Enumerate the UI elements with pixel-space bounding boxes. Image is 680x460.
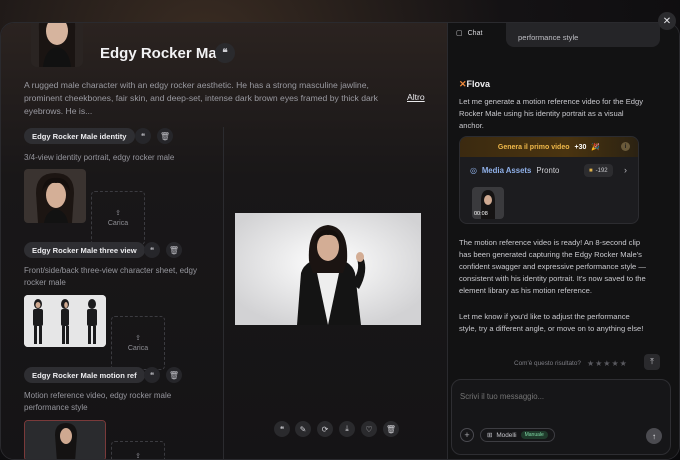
- element-avatar: [31, 23, 83, 67]
- section-description: 3/4-view identity portrait, edgy rocker …: [24, 153, 175, 162]
- media-preview[interactable]: [235, 213, 421, 325]
- section-label-identity[interactable]: Edgy Rocker Male identity: [24, 128, 135, 144]
- assets-status: Pronto: [536, 166, 560, 175]
- trash-icon: 🗑: [168, 245, 180, 255]
- plus-icon: +: [464, 430, 470, 440]
- coin-icon: ■: [589, 167, 593, 174]
- trash-icon: 🗑: [168, 370, 180, 380]
- upload-button[interactable]: ⇪ Carica: [91, 191, 145, 245]
- section-label-motion-ref[interactable]: Edgy Rocker Male motion ref: [24, 367, 145, 383]
- delete-button[interactable]: 🗑: [166, 242, 182, 258]
- upload-icon: ⇪: [135, 335, 141, 342]
- add-attachment-button[interactable]: +: [460, 428, 474, 442]
- scroll-top-button[interactable]: ⤒: [644, 354, 660, 370]
- upload-button[interactable]: ⇪: [111, 441, 165, 460]
- promo-banner[interactable]: Genera il primo video +30 🎉 i: [460, 137, 638, 157]
- chat-input[interactable]: [460, 392, 660, 401]
- generation-card: Genera il primo video +30 🎉 i ◎ Media As…: [459, 136, 639, 224]
- media-assets-row[interactable]: ◎ Media Assets Pronto: [470, 166, 559, 175]
- models-selector[interactable]: ⊞ Modelli Manuale: [480, 428, 555, 442]
- trash-icon: 🗑: [385, 424, 397, 434]
- element-title: Edgy Rocker Male: [100, 45, 230, 62]
- edit-button[interactable]: ✎: [295, 421, 311, 437]
- assistant-message: The motion reference video is ready! An …: [459, 238, 646, 295]
- upload-icon: ⇪: [115, 210, 121, 217]
- chat-icon: ▢: [456, 30, 463, 37]
- arrow-up-icon: ⤒: [650, 357, 654, 366]
- trash-icon: 🗑: [159, 131, 171, 141]
- promo-text: Genera il primo video: [497, 143, 570, 151]
- user-message-bubble: performance style: [506, 23, 660, 47]
- regenerate-button[interactable]: ⟳: [317, 421, 333, 437]
- heart-icon: ♡: [365, 424, 373, 434]
- upload-button[interactable]: ⇪ Carica: [111, 316, 165, 370]
- chat-header: ▢ Chat: [456, 29, 483, 38]
- manual-badge: Manuale: [520, 431, 548, 439]
- element-detail-panel: Edgy Rocker Male ❝ A rugged male charact…: [1, 23, 447, 460]
- quote-button[interactable]: ❝: [144, 242, 160, 258]
- favorite-button[interactable]: ♡: [361, 421, 377, 437]
- section-label-three-view[interactable]: Edgy Rocker Male three view: [24, 242, 145, 258]
- flova-logo-icon: ✕: [459, 79, 467, 89]
- identity-thumbnail[interactable]: [24, 169, 86, 223]
- motion-ref-thumbnail[interactable]: [24, 420, 106, 459]
- quote-icon: ❝: [222, 47, 228, 59]
- promo-bonus: +30: [574, 143, 587, 151]
- quote-icon: ❝: [149, 245, 155, 255]
- upload-label: Carica: [107, 220, 129, 227]
- delete-button[interactable]: 🗑: [157, 128, 173, 144]
- user-message-text: performance style: [518, 33, 579, 42]
- info-icon[interactable]: i: [621, 142, 630, 151]
- rating-prompt: Com'è questo risultato?: [514, 360, 581, 367]
- assistant-message: Let me generate a motion reference video…: [459, 97, 644, 130]
- brand-name: Flova: [466, 79, 491, 89]
- element-modal: Edgy Rocker Male ❝ A rugged male charact…: [0, 22, 680, 460]
- section-description: Motion reference video, edgy rocker male…: [24, 391, 172, 412]
- quote-icon: ❝: [279, 424, 285, 434]
- video-thumbnail[interactable]: 00:08: [472, 187, 504, 219]
- credits-badge: ■ -192: [584, 164, 613, 177]
- delete-button[interactable]: 🗑: [166, 367, 182, 383]
- media-assets-label: Media Assets: [481, 166, 532, 175]
- rating-row: Com'è questo risultato? ★★★★★: [514, 359, 628, 368]
- section-description: Front/side/back three-view character she…: [24, 266, 197, 287]
- arrow-up-icon: ↑: [652, 431, 656, 441]
- chat-panel: ▢ Chat performance style ✕Flova Let me g…: [447, 23, 679, 459]
- quote-button[interactable]: ❝: [274, 421, 290, 437]
- quote-icon: ❝: [140, 131, 146, 141]
- party-icon: 🎉: [591, 144, 601, 151]
- media-assets-icon: ◎: [470, 166, 477, 175]
- regenerate-icon: ⟳: [321, 424, 329, 434]
- credits-value: -192: [595, 167, 608, 174]
- chat-header-label: Chat: [467, 29, 483, 37]
- close-modal-button[interactable]: ✕: [658, 12, 676, 30]
- star-rating[interactable]: ★★★★★: [587, 359, 628, 368]
- assistant-message: Let me know if you'd like to adjust the …: [459, 312, 644, 333]
- chevron-right-icon[interactable]: ›: [624, 165, 627, 175]
- quote-icon: ❝: [149, 370, 155, 380]
- send-button[interactable]: ↑: [646, 428, 662, 444]
- assistant-brand: ✕Flova: [459, 79, 490, 90]
- video-duration: 00:08: [474, 211, 488, 217]
- column-divider: [223, 127, 224, 459]
- element-description: A rugged male character with an edgy roc…: [24, 80, 378, 116]
- three-view-thumbnail[interactable]: [24, 295, 106, 347]
- chat-input-box: + ⊞ Modelli Manuale ↑: [451, 379, 671, 455]
- quote-button[interactable]: ❝: [215, 43, 235, 63]
- delete-button[interactable]: 🗑: [383, 421, 399, 437]
- upload-label: Carica: [127, 345, 149, 352]
- edit-icon: ✎: [299, 424, 307, 434]
- download-button[interactable]: ⤓: [339, 421, 355, 437]
- more-link[interactable]: Altro: [407, 92, 425, 102]
- quote-button[interactable]: ❝: [135, 128, 151, 144]
- models-icon: ⊞: [487, 432, 493, 439]
- quote-button[interactable]: ❝: [144, 367, 160, 383]
- models-label: Modelli: [496, 431, 517, 439]
- download-icon: ⤓: [345, 424, 349, 433]
- upload-icon: ⇪: [135, 453, 141, 460]
